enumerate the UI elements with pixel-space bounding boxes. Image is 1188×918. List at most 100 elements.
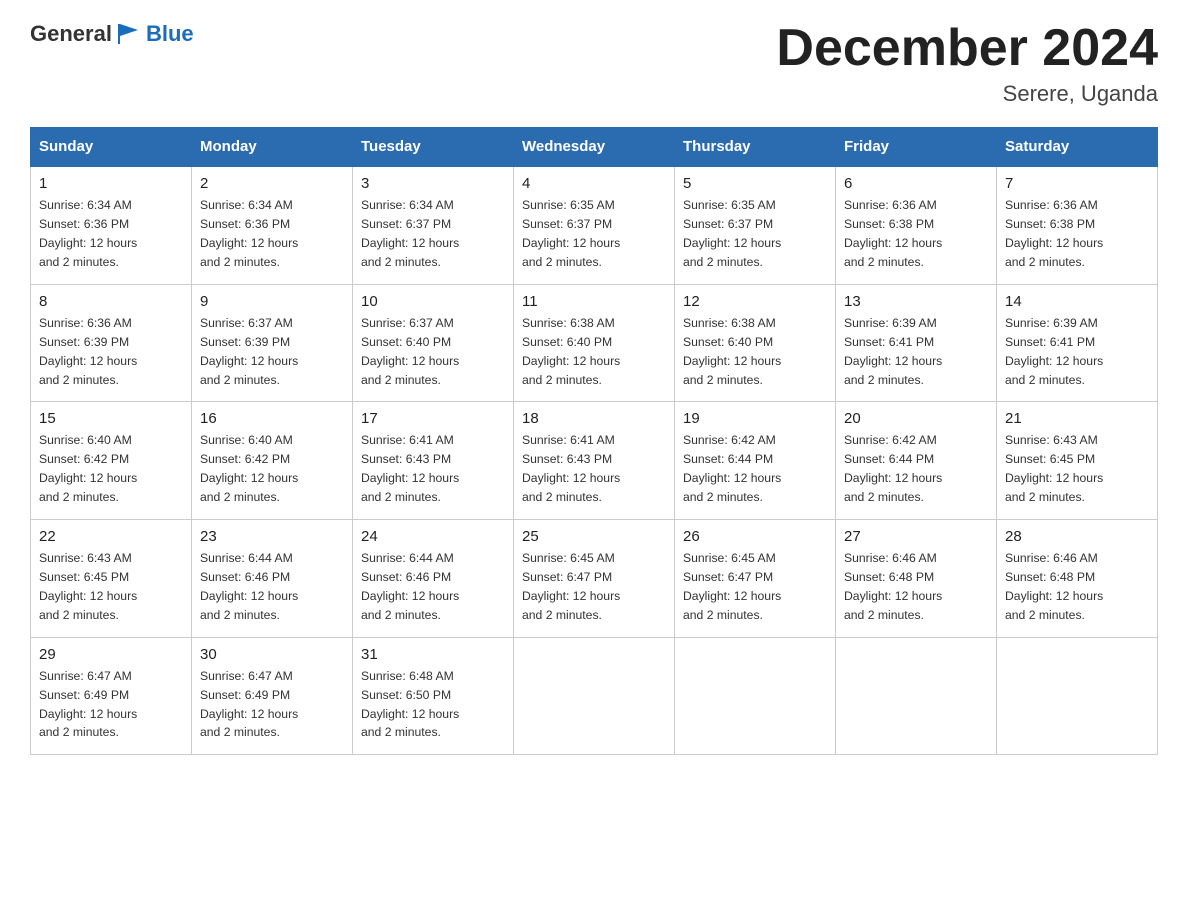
day-info: Sunrise: 6:36 AM Sunset: 6:38 PM Dayligh…: [844, 196, 988, 272]
calendar-cell: 7 Sunrise: 6:36 AM Sunset: 6:38 PM Dayli…: [997, 166, 1158, 284]
day-number: 21: [1005, 410, 1149, 427]
day-number: 30: [200, 646, 344, 663]
calendar-cell: 1 Sunrise: 6:34 AM Sunset: 6:36 PM Dayli…: [31, 166, 192, 284]
day-number: 1: [39, 175, 183, 192]
day-info: Sunrise: 6:38 AM Sunset: 6:40 PM Dayligh…: [522, 314, 666, 390]
day-info: Sunrise: 6:36 AM Sunset: 6:38 PM Dayligh…: [1005, 196, 1149, 272]
calendar-cell: 28 Sunrise: 6:46 AM Sunset: 6:48 PM Dayl…: [997, 520, 1158, 638]
day-info: Sunrise: 6:46 AM Sunset: 6:48 PM Dayligh…: [844, 549, 988, 625]
day-number: 24: [361, 528, 505, 545]
calendar-cell: 23 Sunrise: 6:44 AM Sunset: 6:46 PM Dayl…: [192, 520, 353, 638]
day-number: 2: [200, 175, 344, 192]
column-header-wednesday: Wednesday: [514, 128, 675, 167]
calendar-cell: [997, 637, 1158, 755]
calendar-cell: 24 Sunrise: 6:44 AM Sunset: 6:46 PM Dayl…: [353, 520, 514, 638]
calendar-cell: [675, 637, 836, 755]
calendar-cell: 19 Sunrise: 6:42 AM Sunset: 6:44 PM Dayl…: [675, 402, 836, 520]
day-info: Sunrise: 6:34 AM Sunset: 6:36 PM Dayligh…: [200, 196, 344, 272]
day-info: Sunrise: 6:41 AM Sunset: 6:43 PM Dayligh…: [361, 431, 505, 507]
calendar-week-row: 8 Sunrise: 6:36 AM Sunset: 6:39 PM Dayli…: [31, 284, 1158, 402]
day-info: Sunrise: 6:37 AM Sunset: 6:39 PM Dayligh…: [200, 314, 344, 390]
calendar-cell: 3 Sunrise: 6:34 AM Sunset: 6:37 PM Dayli…: [353, 166, 514, 284]
calendar-cell: 20 Sunrise: 6:42 AM Sunset: 6:44 PM Dayl…: [836, 402, 997, 520]
day-number: 25: [522, 528, 666, 545]
calendar-header-row: SundayMondayTuesdayWednesdayThursdayFrid…: [31, 128, 1158, 167]
day-number: 14: [1005, 293, 1149, 310]
page-header: General Blue December 2024 Serere, Ugand…: [30, 20, 1158, 107]
calendar-cell: 25 Sunrise: 6:45 AM Sunset: 6:47 PM Dayl…: [514, 520, 675, 638]
day-number: 12: [683, 293, 827, 310]
day-info: Sunrise: 6:40 AM Sunset: 6:42 PM Dayligh…: [39, 431, 183, 507]
day-info: Sunrise: 6:45 AM Sunset: 6:47 PM Dayligh…: [683, 549, 827, 625]
day-number: 31: [361, 646, 505, 663]
day-number: 17: [361, 410, 505, 427]
day-info: Sunrise: 6:36 AM Sunset: 6:39 PM Dayligh…: [39, 314, 183, 390]
logo-flag-icon: [114, 20, 142, 48]
calendar-cell: 10 Sunrise: 6:37 AM Sunset: 6:40 PM Dayl…: [353, 284, 514, 402]
column-header-saturday: Saturday: [997, 128, 1158, 167]
day-number: 13: [844, 293, 988, 310]
day-number: 23: [200, 528, 344, 545]
day-number: 9: [200, 293, 344, 310]
calendar-cell: [836, 637, 997, 755]
day-info: Sunrise: 6:34 AM Sunset: 6:36 PM Dayligh…: [39, 196, 183, 272]
calendar-cell: 17 Sunrise: 6:41 AM Sunset: 6:43 PM Dayl…: [353, 402, 514, 520]
calendar-cell: 31 Sunrise: 6:48 AM Sunset: 6:50 PM Dayl…: [353, 637, 514, 755]
calendar-cell: 6 Sunrise: 6:36 AM Sunset: 6:38 PM Dayli…: [836, 166, 997, 284]
day-number: 29: [39, 646, 183, 663]
day-number: 7: [1005, 175, 1149, 192]
calendar-week-row: 22 Sunrise: 6:43 AM Sunset: 6:45 PM Dayl…: [31, 520, 1158, 638]
day-info: Sunrise: 6:46 AM Sunset: 6:48 PM Dayligh…: [1005, 549, 1149, 625]
day-number: 6: [844, 175, 988, 192]
day-info: Sunrise: 6:42 AM Sunset: 6:44 PM Dayligh…: [683, 431, 827, 507]
day-number: 16: [200, 410, 344, 427]
day-info: Sunrise: 6:48 AM Sunset: 6:50 PM Dayligh…: [361, 667, 505, 743]
day-number: 8: [39, 293, 183, 310]
day-number: 5: [683, 175, 827, 192]
calendar-cell: 13 Sunrise: 6:39 AM Sunset: 6:41 PM Dayl…: [836, 284, 997, 402]
calendar-cell: 9 Sunrise: 6:37 AM Sunset: 6:39 PM Dayli…: [192, 284, 353, 402]
day-number: 18: [522, 410, 666, 427]
day-info: Sunrise: 6:43 AM Sunset: 6:45 PM Dayligh…: [1005, 431, 1149, 507]
calendar-cell: 15 Sunrise: 6:40 AM Sunset: 6:42 PM Dayl…: [31, 402, 192, 520]
calendar-cell: 2 Sunrise: 6:34 AM Sunset: 6:36 PM Dayli…: [192, 166, 353, 284]
day-number: 20: [844, 410, 988, 427]
day-info: Sunrise: 6:40 AM Sunset: 6:42 PM Dayligh…: [200, 431, 344, 507]
calendar-cell: 22 Sunrise: 6:43 AM Sunset: 6:45 PM Dayl…: [31, 520, 192, 638]
calendar-table: SundayMondayTuesdayWednesdayThursdayFrid…: [30, 127, 1158, 755]
column-header-sunday: Sunday: [31, 128, 192, 167]
calendar-cell: 8 Sunrise: 6:36 AM Sunset: 6:39 PM Dayli…: [31, 284, 192, 402]
day-number: 11: [522, 293, 666, 310]
day-number: 4: [522, 175, 666, 192]
calendar-cell: 29 Sunrise: 6:47 AM Sunset: 6:49 PM Dayl…: [31, 637, 192, 755]
logo: General Blue: [30, 20, 194, 48]
day-info: Sunrise: 6:34 AM Sunset: 6:37 PM Dayligh…: [361, 196, 505, 272]
day-number: 10: [361, 293, 505, 310]
day-number: 27: [844, 528, 988, 545]
calendar-cell: 4 Sunrise: 6:35 AM Sunset: 6:37 PM Dayli…: [514, 166, 675, 284]
day-info: Sunrise: 6:44 AM Sunset: 6:46 PM Dayligh…: [361, 549, 505, 625]
day-info: Sunrise: 6:38 AM Sunset: 6:40 PM Dayligh…: [683, 314, 827, 390]
day-number: 3: [361, 175, 505, 192]
location-title: Serere, Uganda: [776, 81, 1158, 107]
column-header-tuesday: Tuesday: [353, 128, 514, 167]
calendar-cell: 16 Sunrise: 6:40 AM Sunset: 6:42 PM Dayl…: [192, 402, 353, 520]
column-header-friday: Friday: [836, 128, 997, 167]
day-info: Sunrise: 6:47 AM Sunset: 6:49 PM Dayligh…: [200, 667, 344, 743]
day-info: Sunrise: 6:35 AM Sunset: 6:37 PM Dayligh…: [522, 196, 666, 272]
day-info: Sunrise: 6:42 AM Sunset: 6:44 PM Dayligh…: [844, 431, 988, 507]
title-area: December 2024 Serere, Uganda: [776, 20, 1158, 107]
day-number: 26: [683, 528, 827, 545]
day-info: Sunrise: 6:44 AM Sunset: 6:46 PM Dayligh…: [200, 549, 344, 625]
calendar-cell: 21 Sunrise: 6:43 AM Sunset: 6:45 PM Dayl…: [997, 402, 1158, 520]
calendar-cell: 18 Sunrise: 6:41 AM Sunset: 6:43 PM Dayl…: [514, 402, 675, 520]
column-header-monday: Monday: [192, 128, 353, 167]
day-info: Sunrise: 6:39 AM Sunset: 6:41 PM Dayligh…: [1005, 314, 1149, 390]
day-info: Sunrise: 6:35 AM Sunset: 6:37 PM Dayligh…: [683, 196, 827, 272]
day-info: Sunrise: 6:41 AM Sunset: 6:43 PM Dayligh…: [522, 431, 666, 507]
calendar-cell: 11 Sunrise: 6:38 AM Sunset: 6:40 PM Dayl…: [514, 284, 675, 402]
calendar-cell: 14 Sunrise: 6:39 AM Sunset: 6:41 PM Dayl…: [997, 284, 1158, 402]
calendar-week-row: 1 Sunrise: 6:34 AM Sunset: 6:36 PM Dayli…: [31, 166, 1158, 284]
calendar-cell: 30 Sunrise: 6:47 AM Sunset: 6:49 PM Dayl…: [192, 637, 353, 755]
logo-text-general: General: [30, 21, 112, 47]
